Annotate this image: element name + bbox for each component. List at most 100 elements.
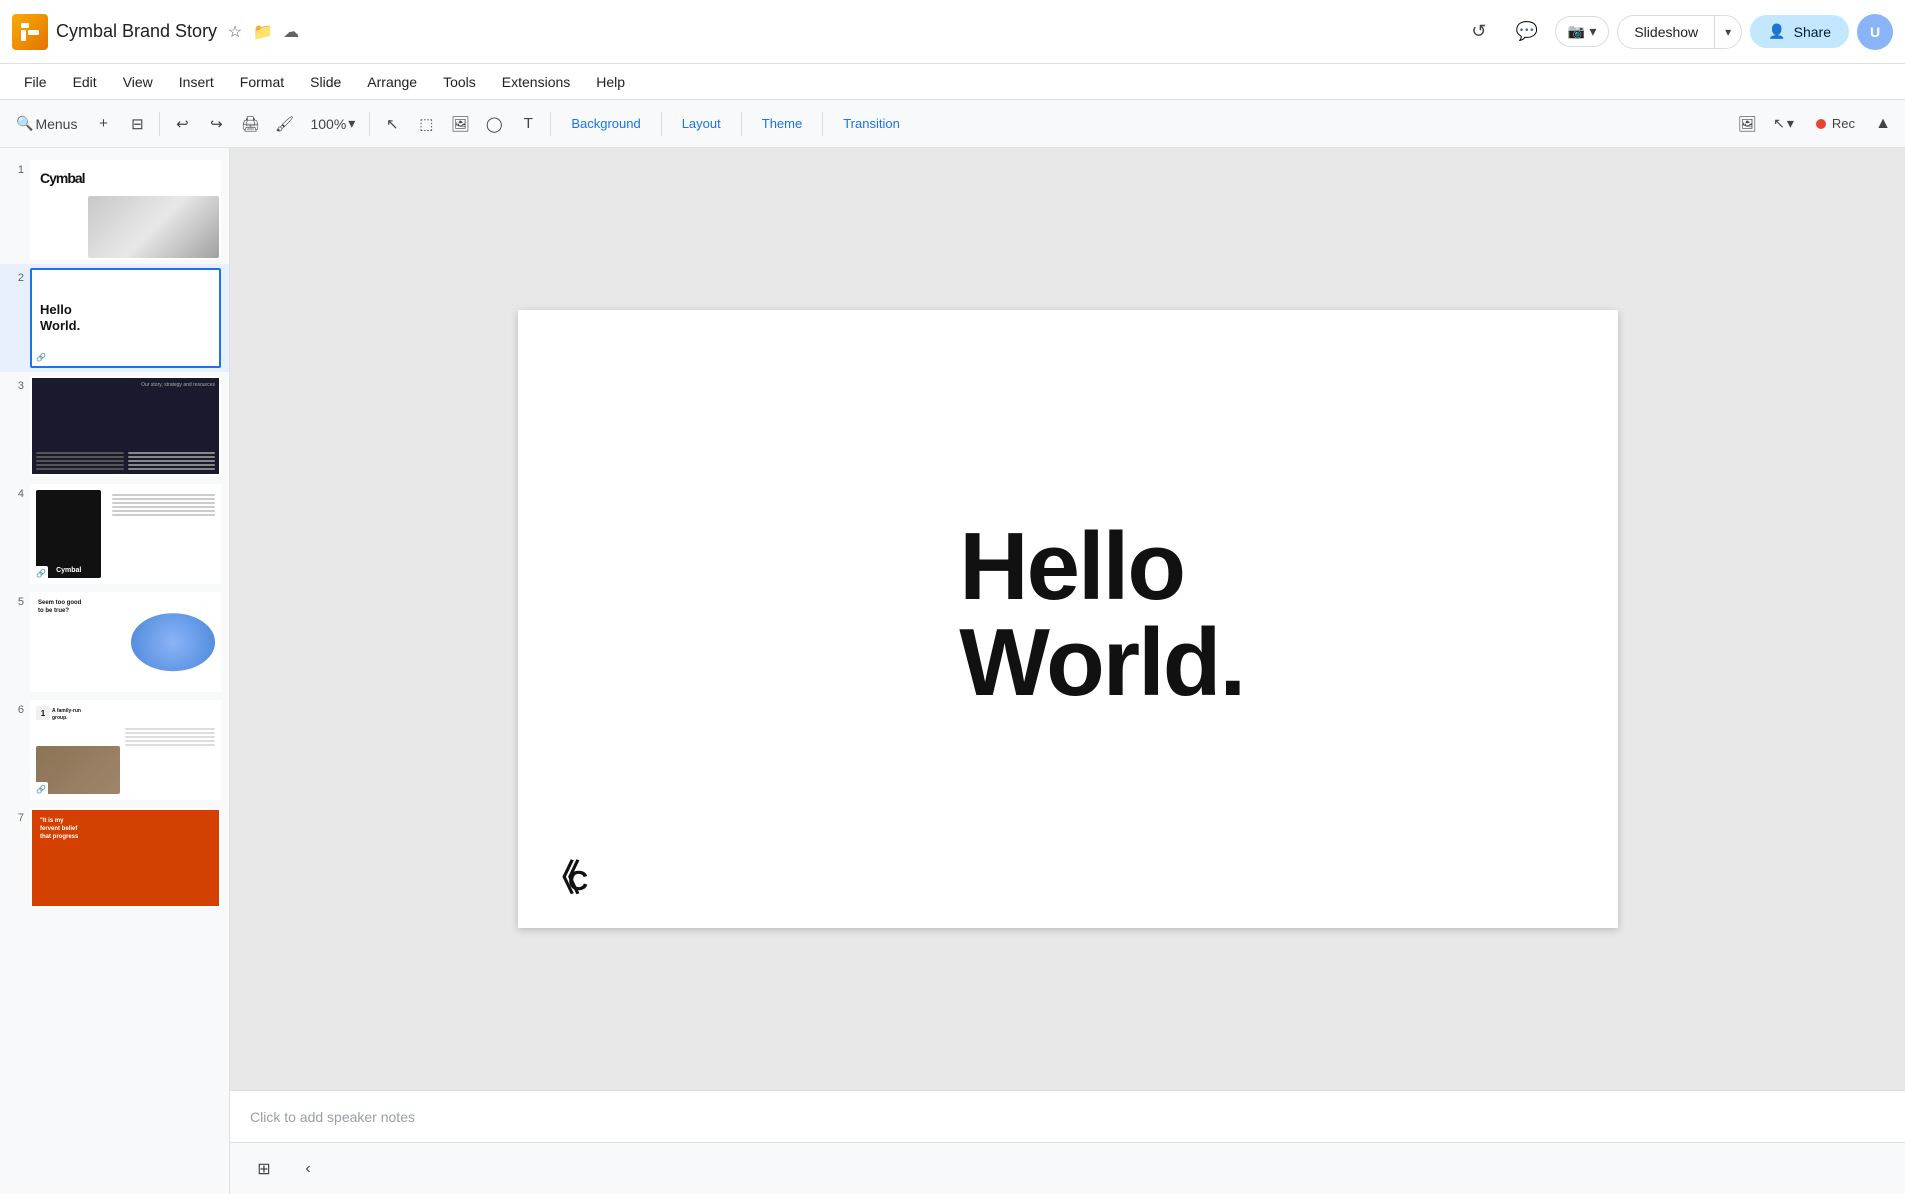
rec-button[interactable]: Rec	[1804, 112, 1867, 135]
slide6-text: A family-rungroup.	[52, 708, 81, 722]
top-right-actions: ↺ 💬 📷 ▾ Slideshow ▾ 👤 Share U	[1459, 12, 1893, 52]
undo-button[interactable]: ↩	[166, 108, 198, 140]
slide7-text: "It is myfervent beliefthat progress	[40, 818, 78, 841]
slideshow-label[interactable]: Slideshow	[1618, 16, 1715, 48]
slideshow-dropdown[interactable]: ▾	[1715, 17, 1741, 47]
menu-extensions[interactable]: Extensions	[490, 70, 582, 94]
slide-thumb-5[interactable]: Seem too goodto be true?	[30, 592, 221, 692]
app-icon	[12, 14, 48, 50]
slide-item-3[interactable]: 3 Our story, strategy and resources	[0, 372, 229, 480]
collapse-panel-button[interactable]: ‹	[290, 1151, 326, 1187]
slide-item-4[interactable]: 4 Cymbal	[0, 480, 229, 588]
meet-button[interactable]: 📷 ▾	[1555, 16, 1609, 47]
menus-label: Menus	[35, 116, 77, 132]
share-button[interactable]: 👤 Share	[1750, 15, 1849, 48]
zoom-selector[interactable]: 100% ▾	[302, 111, 363, 136]
doc-title[interactable]: Cymbal Brand Story	[56, 21, 217, 42]
print-button[interactable]: 🖨	[234, 108, 266, 140]
menu-tools[interactable]: Tools	[431, 70, 488, 94]
slide-canvas[interactable]: Hello World. 《 C	[518, 310, 1618, 928]
slide-thumb-3[interactable]: Our story, strategy and resources	[30, 376, 221, 476]
slide-thumb-4[interactable]: Cymbal 🔗	[30, 484, 221, 584]
redo-button[interactable]: ↪	[200, 108, 232, 140]
slideshow-button[interactable]: Slideshow ▾	[1617, 15, 1742, 49]
slide5-text: Seem too goodto be true?	[38, 600, 81, 616]
pointer-dropdown[interactable]: ↖▾	[1765, 111, 1802, 136]
zoom-in-button[interactable]: +	[87, 108, 119, 140]
meet-dropdown-arrow[interactable]: ▾	[1589, 23, 1596, 40]
collapse-toolbar-button[interactable]: ▲	[1869, 110, 1897, 138]
history-button[interactable]: ↺	[1459, 12, 1499, 52]
slide-thumb-1[interactable]: Cymbal	[30, 160, 221, 260]
background-button[interactable]: Background	[557, 112, 654, 135]
slide-thumb-inner-4: Cymbal	[32, 486, 219, 582]
slide-thumb-inner-5: Seem too goodto be true?	[32, 594, 219, 690]
menu-insert[interactable]: Insert	[167, 70, 226, 94]
slide1-image	[88, 196, 219, 258]
slide4-cymbal: Cymbal	[56, 567, 81, 574]
slide6-image	[36, 746, 120, 794]
separator-5	[741, 112, 742, 136]
slide-number-6: 6	[8, 700, 24, 716]
slide-number-2: 2	[8, 268, 24, 284]
notes-area[interactable]: Click to add speaker notes	[230, 1090, 1905, 1142]
svg-text:C: C	[568, 865, 588, 896]
menu-view[interactable]: View	[111, 70, 165, 94]
slide-thumb-inner-1: Cymbal	[32, 162, 219, 258]
slide-item-1[interactable]: 1 Cymbal	[0, 156, 229, 264]
slide-number-3: 3	[8, 376, 24, 392]
menu-file[interactable]: File	[12, 70, 59, 94]
slide-thumb-inner-3: Our story, strategy and resources	[32, 378, 219, 474]
slide-item-2[interactable]: 2 HelloWorld. 🔗	[0, 264, 229, 372]
slide-cc-logo: 《 C	[542, 856, 602, 904]
transition-button[interactable]: Transition	[829, 112, 914, 135]
slide4-link-icon: 🔗	[34, 566, 48, 580]
shape-button[interactable]: ◯	[478, 108, 510, 140]
theme-button[interactable]: Theme	[748, 112, 816, 135]
slide-item-7[interactable]: 7 "It is myfervent beliefthat progress	[0, 804, 229, 912]
menu-format[interactable]: Format	[228, 70, 296, 94]
slide-number-5: 5	[8, 592, 24, 608]
slide-thumb-inner-6: 1 A family-rungroup.	[32, 702, 219, 798]
zoom-out-button[interactable]: ⊟	[121, 108, 153, 140]
comments-button[interactable]: 💬	[1507, 12, 1547, 52]
slide-number-7: 7	[8, 808, 24, 824]
slide-thumb-inner-7: "It is myfervent beliefthat progress	[32, 810, 219, 906]
notes-placeholder[interactable]: Click to add speaker notes	[250, 1109, 415, 1125]
toolbar: 🔍 Menus + ⊟ ↩ ↪ 🖨 🖌 100% ▾ ↖ ⬚ 🖼 ◯ T Bac…	[0, 100, 1905, 148]
slide-main-line2: World.	[959, 609, 1244, 716]
slide-item-6[interactable]: 6 1 A family-rungroup. 🔗	[0, 696, 229, 804]
slide-thumb-7[interactable]: "It is myfervent beliefthat progress	[30, 808, 221, 908]
rec-label: Rec	[1832, 116, 1855, 131]
slide-main-line1: Hello	[959, 513, 1184, 620]
select-button[interactable]: ⬚	[410, 108, 442, 140]
slide-panel: 1 Cymbal 2 HelloWorld. 🔗 3	[0, 148, 230, 1194]
share-icon: 👤	[1768, 23, 1785, 40]
paint-format-button[interactable]: 🖌	[268, 108, 300, 140]
slide-thumb-2[interactable]: HelloWorld. 🔗	[30, 268, 221, 368]
doc-title-area: Cymbal Brand Story ☆ 📁 ☁	[56, 20, 303, 44]
camera-icon: 📷	[1568, 23, 1585, 40]
slide3-content	[36, 452, 215, 470]
slide-item-5[interactable]: 5 Seem too goodto be true?	[0, 588, 229, 696]
menu-arrange[interactable]: Arrange	[355, 70, 429, 94]
grid-view-button[interactable]: ⊞	[246, 1151, 282, 1187]
move-icon[interactable]: 📁	[251, 20, 275, 44]
insert-image-toolbar-button[interactable]: 🖼	[1731, 108, 1763, 140]
menu-help[interactable]: Help	[584, 70, 637, 94]
star-icon[interactable]: ☆	[223, 20, 247, 44]
slide-thumb-6[interactable]: 1 A family-rungroup. 🔗	[30, 700, 221, 800]
image-button[interactable]: 🖼	[444, 108, 476, 140]
cloud-icon[interactable]: ☁	[279, 20, 303, 44]
menu-edit[interactable]: Edit	[61, 70, 109, 94]
user-avatar[interactable]: U	[1857, 14, 1893, 50]
menus-button[interactable]: 🔍 Menus	[8, 111, 85, 136]
slide-thumb-inner-2: HelloWorld.	[32, 270, 219, 366]
text-button[interactable]: T	[512, 108, 544, 140]
menu-slide[interactable]: Slide	[298, 70, 353, 94]
layout-button[interactable]: Layout	[668, 112, 735, 135]
slide-main-text: Hello World.	[959, 519, 1244, 711]
cursor-button[interactable]: ↖	[376, 108, 408, 140]
slide-number-4: 4	[8, 484, 24, 500]
slide6-number: 1	[36, 706, 50, 720]
